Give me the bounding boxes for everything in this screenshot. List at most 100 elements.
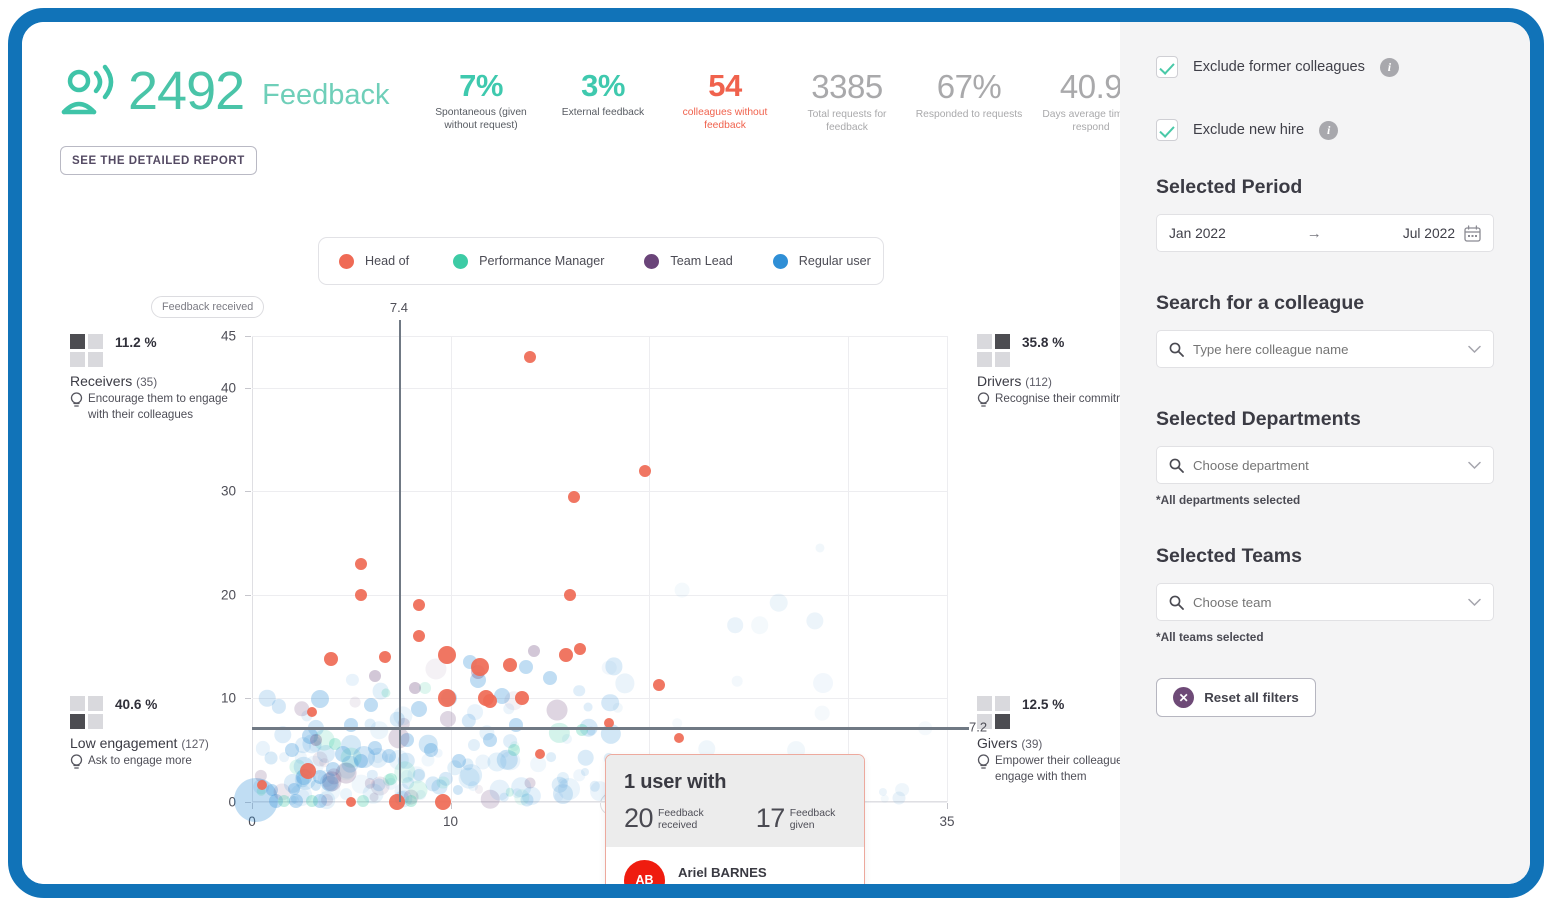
- scatter-point[interactable]: [312, 751, 328, 767]
- scatter-point[interactable]: [519, 660, 534, 675]
- scatter-point[interactable]: [346, 797, 357, 807]
- chevron-down-icon[interactable]: [1468, 345, 1481, 354]
- department-select-field[interactable]: [1156, 446, 1494, 484]
- scatter-point[interactable]: [580, 768, 589, 777]
- scatter-plot-area[interactable]: 010203040450102030357.47.2: [221, 300, 987, 829]
- scatter-point[interactable]: [524, 350, 536, 363]
- scatter-point[interactable]: [408, 682, 421, 695]
- scatter-point[interactable]: [319, 772, 338, 791]
- scatter-point[interactable]: [349, 696, 361, 708]
- scatter-point[interactable]: [357, 794, 370, 807]
- scatter-point[interactable]: [534, 749, 545, 760]
- scatter-point[interactable]: [305, 794, 318, 807]
- scatter-point[interactable]: [805, 612, 824, 630]
- scatter-point[interactable]: [370, 721, 388, 739]
- scatter-point[interactable]: [468, 739, 481, 752]
- scatter-point[interactable]: [527, 644, 540, 657]
- checkbox-exclude-former-colleagues[interactable]: [1156, 56, 1178, 78]
- scatter-point[interactable]: [299, 762, 316, 779]
- scatter-point[interactable]: [459, 767, 480, 789]
- colleague-search-field[interactable]: [1156, 330, 1494, 368]
- scatter-point[interactable]: [453, 784, 464, 795]
- scatter-point[interactable]: [355, 557, 368, 570]
- scatter-point[interactable]: [602, 660, 617, 675]
- scatter-point[interactable]: [413, 768, 426, 782]
- scatter-point[interactable]: [324, 652, 339, 667]
- scatter-point[interactable]: [439, 710, 456, 727]
- department-input[interactable]: [1193, 457, 1459, 473]
- scatter-point[interactable]: [264, 751, 278, 765]
- scatter-point[interactable]: [561, 734, 572, 745]
- scatter-point[interactable]: [815, 705, 830, 721]
- scatter-point[interactable]: [433, 749, 443, 758]
- scatter-point[interactable]: [583, 702, 593, 712]
- scatter-point[interactable]: [256, 780, 267, 791]
- scatter-point[interactable]: [410, 700, 427, 717]
- scatter-point[interactable]: [344, 718, 359, 733]
- search-input[interactable]: [1193, 341, 1459, 357]
- checkbox-exclude-new-hire[interactable]: [1156, 119, 1178, 141]
- scatter-point[interactable]: [524, 777, 536, 789]
- scatter-point[interactable]: [674, 582, 690, 598]
- scatter-point[interactable]: [508, 744, 521, 757]
- see-detailed-report-button[interactable]: SEE THE DETAILED REPORT: [60, 146, 257, 175]
- team-select-field[interactable]: [1156, 583, 1494, 621]
- scatter-point[interactable]: [567, 490, 580, 503]
- scatter-point[interactable]: [317, 790, 336, 809]
- calendar-icon[interactable]: [1464, 224, 1481, 242]
- scatter-point[interactable]: [329, 738, 342, 750]
- scatter-point[interactable]: [364, 697, 379, 712]
- scatter-point[interactable]: [546, 751, 557, 762]
- scatter-point[interactable]: [509, 718, 524, 733]
- scatter-point[interactable]: [499, 792, 509, 802]
- scatter-point[interactable]: [812, 672, 833, 693]
- legend-item-team-lead[interactable]: Team Lead: [644, 253, 733, 269]
- scatter-point[interactable]: [434, 794, 451, 810]
- scatter-point[interactable]: [437, 689, 456, 708]
- scatter-point[interactable]: [542, 670, 557, 685]
- team-input[interactable]: [1193, 594, 1459, 610]
- scatter-point[interactable]: [769, 593, 788, 612]
- scatter-point[interactable]: [577, 749, 595, 767]
- scatter-point[interactable]: [673, 732, 684, 743]
- scatter-point[interactable]: [437, 645, 456, 664]
- scatter-point[interactable]: [612, 702, 624, 713]
- scatter-point[interactable]: [503, 658, 518, 673]
- scatter-point[interactable]: [614, 673, 635, 693]
- scatter-point[interactable]: [553, 784, 574, 805]
- tooltip-person[interactable]: AB Ariel BARNES: [606, 846, 864, 884]
- scatter-point[interactable]: [309, 733, 322, 746]
- scatter-point[interactable]: [353, 746, 375, 769]
- scatter-point[interactable]: [639, 464, 652, 477]
- scatter-point[interactable]: [653, 678, 666, 691]
- scatter-point[interactable]: [471, 658, 490, 677]
- scatter-point[interactable]: [815, 543, 825, 553]
- scatter-point[interactable]: [369, 669, 382, 682]
- filter-exclude-new-hire[interactable]: Exclude new hire i: [1156, 115, 1494, 145]
- scatter-point[interactable]: [412, 630, 425, 643]
- scatter-point[interactable]: [279, 752, 289, 763]
- chevron-down-icon[interactable]: [1468, 598, 1481, 607]
- scatter-point[interactable]: [895, 782, 910, 797]
- scatter-point[interactable]: [727, 617, 744, 633]
- scatter-point[interactable]: [573, 684, 585, 697]
- reset-all-filters-button[interactable]: ✕ Reset all filters: [1156, 678, 1316, 717]
- scatter-point[interactable]: [503, 703, 515, 715]
- scatter-point[interactable]: [515, 691, 530, 706]
- filter-exclude-former-colleagues[interactable]: Exclude former colleagues i: [1156, 52, 1494, 82]
- scatter-point[interactable]: [388, 794, 405, 810]
- scatter-point[interactable]: [563, 588, 576, 601]
- scatter-point[interactable]: [573, 642, 586, 655]
- chevron-down-icon[interactable]: [1468, 461, 1481, 470]
- scatter-point[interactable]: [421, 753, 435, 767]
- scatter-point[interactable]: [355, 588, 368, 601]
- info-icon[interactable]: i: [1319, 120, 1339, 140]
- legend-item-regular-user[interactable]: Regular user: [772, 253, 871, 269]
- scatter-point[interactable]: [277, 794, 290, 807]
- scatter-point[interactable]: [384, 753, 394, 763]
- scatter-point[interactable]: [483, 693, 498, 708]
- scatter-point[interactable]: [381, 687, 391, 698]
- scatter-point[interactable]: [461, 713, 477, 729]
- legend-item-performance-manager[interactable]: Performance Manager: [453, 253, 604, 269]
- scatter-point[interactable]: [346, 673, 359, 686]
